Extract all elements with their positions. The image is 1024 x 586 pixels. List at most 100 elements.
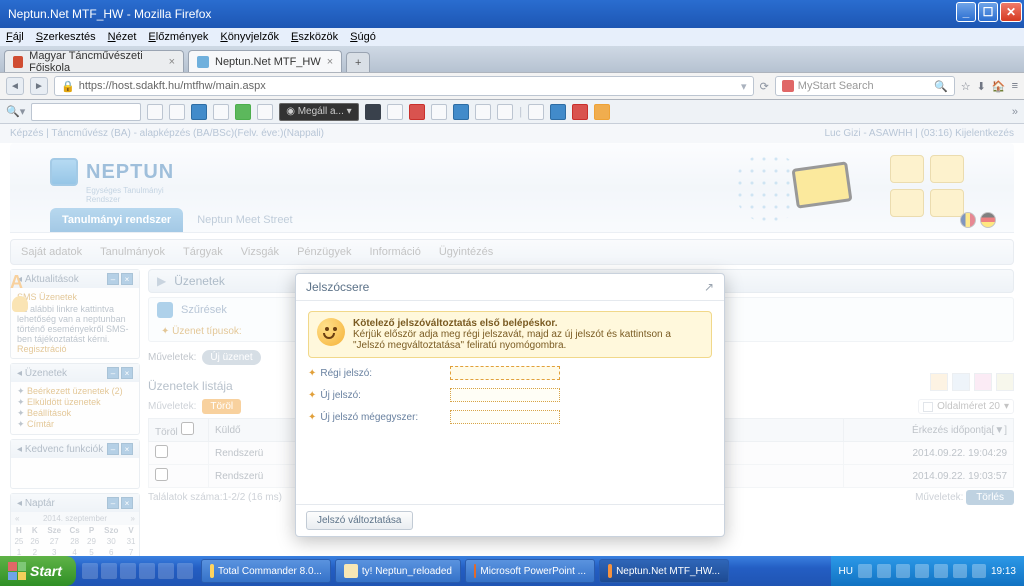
form-row-new: ✦Új jelszó:	[308, 388, 712, 402]
ql-icon[interactable]	[101, 563, 117, 579]
change-password-button[interactable]: Jelszó változtatása	[306, 511, 413, 530]
tb-icon[interactable]	[235, 104, 251, 120]
new-password2-input[interactable]	[450, 410, 560, 424]
ql-icon[interactable]	[120, 563, 136, 579]
tray-icon[interactable]	[934, 564, 948, 578]
address-bar[interactable]: 🔒 https://host.sdakft.hu/mtfhw/main.aspx…	[54, 76, 754, 96]
app-menubar: Fájl Szerkesztés Nézet Előzmények Könyvj…	[0, 28, 1024, 46]
tab-label: Neptun.Net MTF_HW	[215, 56, 321, 68]
taskbar-app[interactable]: Microsoft PowerPoint ...	[465, 559, 595, 583]
tb-icon[interactable]	[572, 104, 588, 120]
tb-icon[interactable]	[550, 104, 566, 120]
window-minimize[interactable]: _	[956, 2, 976, 22]
toolbar-right: ☆ ⬇ 🏠 ≡	[961, 80, 1018, 93]
menu-edit[interactable]: Szerkesztés	[36, 31, 96, 43]
tray-icon[interactable]	[915, 564, 929, 578]
old-password-input[interactable]	[450, 366, 560, 380]
tb-chevron-icon[interactable]: »	[1012, 106, 1018, 118]
menu-bookmarks[interactable]: Könyvjelzők	[220, 31, 279, 43]
search2-icon[interactable]: 🔍▾	[6, 105, 25, 118]
tray-lang[interactable]: HU	[839, 566, 853, 577]
tb-icon[interactable]	[431, 104, 447, 120]
tray-icon[interactable]	[953, 564, 967, 578]
page-content: Képzés | Táncművész (BA) - alapképzés (B…	[0, 124, 1024, 556]
tb-icon[interactable]	[475, 104, 491, 120]
tab-favicon	[13, 56, 23, 68]
search-icon[interactable]: 🔍	[934, 80, 948, 93]
start-button[interactable]: Start	[0, 556, 76, 586]
new-tab-button[interactable]: +	[346, 52, 370, 72]
window-close[interactable]: ✕	[1000, 2, 1022, 22]
taskbar-app[interactable]: Total Commander 8.0...	[201, 559, 331, 583]
nav-forward-button[interactable]: ►	[30, 77, 48, 95]
tb-icon[interactable]	[365, 104, 381, 120]
ql-icon[interactable]	[139, 563, 155, 579]
window-maximize[interactable]: ☐	[978, 2, 998, 22]
toolbar-search[interactable]	[31, 103, 141, 121]
password-change-modal: Jelszócsere ↗ Kötelező jelszóváltoztatás…	[295, 273, 725, 537]
smiley-icon	[317, 318, 345, 346]
tray-icon[interactable]	[972, 564, 986, 578]
menu-view[interactable]: Nézet	[108, 31, 137, 43]
window-titlebar: Neptun.Net MTF_HW - Mozilla Firefox _ ☐ …	[0, 0, 1024, 28]
downloads-icon[interactable]: ⬇	[977, 80, 986, 93]
tb-icon[interactable]	[213, 104, 229, 120]
window-title: Neptun.Net MTF_HW - Mozilla Firefox	[4, 7, 211, 21]
label-new-password: Új jelszó:	[320, 390, 450, 401]
tb-icon[interactable]	[169, 104, 185, 120]
tb-icon[interactable]	[191, 104, 207, 120]
menu-icon[interactable]: ≡	[1012, 80, 1018, 93]
modal-footer: Jelszó változtatása	[296, 504, 724, 536]
new-password-input[interactable]	[450, 388, 560, 402]
dropdown-icon[interactable]: ▾	[741, 80, 747, 93]
url-text: https://host.sdakft.hu/mtfhw/main.aspx	[79, 80, 266, 92]
lock-icon: 🔒	[61, 80, 75, 93]
tb-icon[interactable]	[257, 104, 273, 120]
ql-icon[interactable]	[82, 563, 98, 579]
tab-close-icon[interactable]: ×	[327, 56, 333, 68]
info-line1: Kötelező jelszóváltoztatás első belépésk…	[353, 318, 558, 329]
label-new-password2: Új jelszó mégegyszer:	[320, 412, 450, 423]
nav-back-button[interactable]: ◄	[6, 77, 24, 95]
tab-close-icon[interactable]: ×	[169, 56, 175, 68]
modal-expand-icon[interactable]: ↗	[704, 280, 714, 294]
tray-clock[interactable]: 19:13	[991, 566, 1016, 577]
tb-icon[interactable]	[387, 104, 403, 120]
tb-icon[interactable]	[528, 104, 544, 120]
search-box[interactable]: MyStart Search 🔍	[775, 76, 955, 96]
ql-icon[interactable]	[158, 563, 174, 579]
tb-icon[interactable]	[594, 104, 610, 120]
modal-body: Kötelező jelszóváltoztatás első belépésk…	[296, 301, 724, 504]
addon-toolbar: 🔍▾ ◉ Megáll a... ▾ | »	[0, 100, 1024, 124]
menu-history[interactable]: Előzmények	[148, 31, 208, 43]
bookmark-icon[interactable]: ☆	[961, 80, 971, 93]
tb-icon[interactable]	[147, 104, 163, 120]
browser-toolbar: ◄ ► 🔒 https://host.sdakft.hu/mtfhw/main.…	[0, 72, 1024, 100]
tray-icon[interactable]	[858, 564, 872, 578]
menu-tools[interactable]: Eszközök	[291, 31, 338, 43]
taskbar-app[interactable]: ty! Neptun_reloaded	[335, 559, 461, 583]
tb-icon[interactable]	[453, 104, 469, 120]
tray-icon[interactable]	[896, 564, 910, 578]
start-label: Start	[30, 563, 62, 579]
system-tray: HU 19:13	[831, 556, 1024, 586]
home-icon[interactable]: 🏠	[992, 80, 1006, 93]
reload-icon[interactable]: ⟳	[760, 80, 769, 93]
modal-title: Jelszócsere	[306, 280, 369, 294]
info-line2: Kérjük először adja meg régi jelszavát, …	[353, 329, 671, 351]
browser-tab[interactable]: Magyar Táncművészeti Főiskola ×	[4, 50, 184, 72]
menu-help[interactable]: Súgó	[350, 31, 376, 43]
taskbar-app[interactable]: Neptun.Net MTF_HW...	[599, 559, 729, 583]
search-engine-icon	[782, 80, 794, 92]
form-row-old: ✦Régi jelszó:	[308, 366, 712, 380]
menu-file[interactable]: Fájl	[6, 31, 24, 43]
quick-launch	[82, 563, 193, 579]
tray-icon[interactable]	[877, 564, 891, 578]
windows-taskbar: Start Total Commander 8.0... ty! Neptun_…	[0, 556, 1024, 586]
tb-dropdown[interactable]: ◉ Megáll a... ▾	[279, 103, 359, 121]
browser-tab[interactable]: Neptun.Net MTF_HW ×	[188, 50, 342, 72]
tb-icon[interactable]	[497, 104, 513, 120]
ql-icon[interactable]	[177, 563, 193, 579]
form-row-new2: ✦Új jelszó mégegyszer:	[308, 410, 712, 424]
tb-icon[interactable]	[409, 104, 425, 120]
